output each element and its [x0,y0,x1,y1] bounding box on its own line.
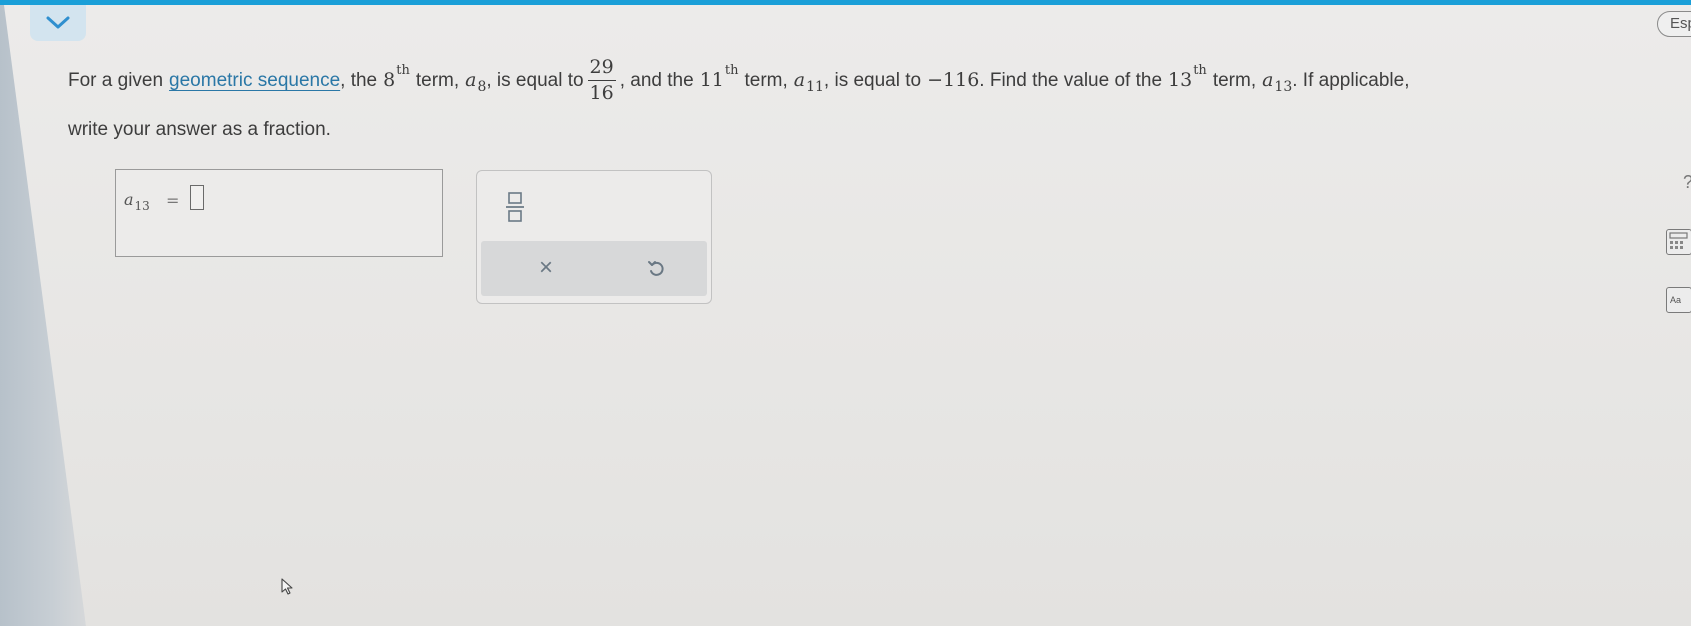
undo-icon[interactable] [641,253,671,283]
fraction-denominator: 16 [587,79,616,104]
ordinal-suffix: th [1193,62,1207,78]
ordinal-suffix: th [724,62,739,78]
term-number-13: 13 [1168,68,1193,91]
calculator-icon[interactable] [1666,229,1691,255]
subscript-11: 11 [806,79,824,95]
variable-a8: a [465,68,477,91]
question-text-segment: term, [744,69,788,91]
term-number-11: 11 [699,68,724,91]
fraction-template-icon[interactable] [503,187,527,227]
mouse-pointer-icon [281,578,297,601]
close-icon[interactable]: × [531,253,561,283]
question-text-segment: For a given [68,69,164,91]
answer-input[interactable] [190,185,204,210]
value-negative-116: −116 [927,68,980,91]
math-tool-palette: × [476,170,712,304]
question-text-segment: term, [1212,69,1257,91]
chevron-down-icon [46,16,70,29]
question-line-1: For a given geometric sequence , the 8th… [68,50,1628,110]
question-text-segment: , the [340,69,378,91]
fraction-numerator: 29 [589,55,614,78]
ordinal-suffix: th [396,62,410,78]
question-text-segment: , is equal to [486,69,584,91]
equals-sign: = [166,191,180,210]
question-text-segment: . Find the value of the [979,69,1163,91]
tool-action-bar: × [481,241,707,296]
answer-area: a13 = [115,169,443,257]
reference-icon[interactable]: Aa [1666,287,1691,313]
question-text-segment: , and the [619,69,694,91]
question-text: For a given geometric sequence , the 8th… [68,50,1628,139]
question-text-segment: term, [415,69,460,91]
question-text-segment: , is equal to [823,69,922,91]
variable-a13: a [1262,68,1274,91]
term-number-8: 8 [383,68,396,91]
collapse-button[interactable] [30,5,86,41]
answer-variable: a [124,190,134,209]
answer-subscript: 13 [134,199,150,213]
question-text-segment: . If applicable, [1292,69,1410,91]
geometric-sequence-link[interactable]: geometric sequence [169,71,340,90]
question-line-2: write your answer as a fraction. [68,119,331,140]
subscript-8: 8 [477,79,487,95]
reference-label: Aa [1670,295,1682,305]
top-accent-bar [0,0,1691,5]
subscript-13: 13 [1274,79,1293,95]
fraction-29-16: 29 16 [587,55,616,104]
answer-label: a13 [124,190,150,213]
language-toggle-button[interactable]: Esp [1657,11,1691,37]
variable-a11: a [793,68,806,91]
help-icon[interactable]: ? [1683,172,1691,193]
